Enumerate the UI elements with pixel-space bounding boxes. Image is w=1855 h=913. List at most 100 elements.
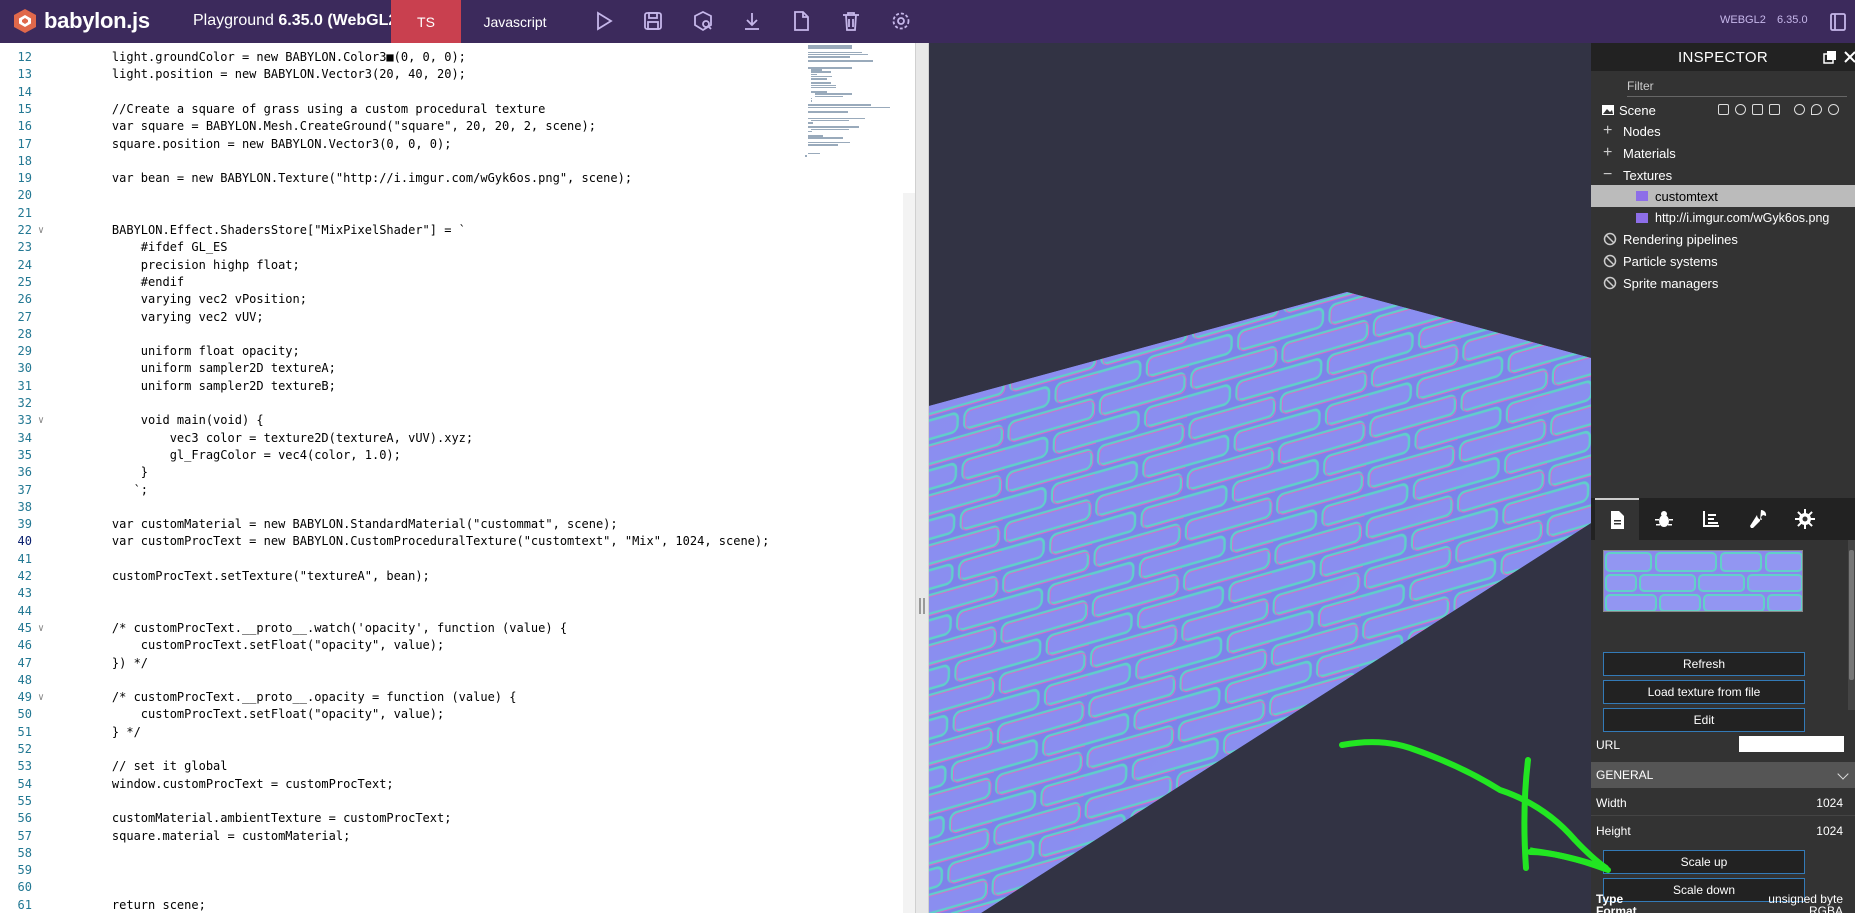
code-line[interactable]: 39 var customMaterial = new BABYLON.Stan… bbox=[0, 516, 915, 533]
code-line[interactable]: 20 bbox=[0, 187, 915, 204]
scale-up-button[interactable]: Scale up bbox=[1603, 850, 1805, 874]
clear-icon[interactable] bbox=[840, 10, 862, 32]
rotate-gizmo-icon[interactable] bbox=[1735, 104, 1746, 115]
tree-sprite-managers[interactable]: Sprite managers bbox=[1591, 272, 1855, 294]
code-line[interactable]: 23 #ifdef GL_ES bbox=[0, 239, 915, 256]
tree-texture-url[interactable]: http://i.imgur.com/wGyk6os.png bbox=[1591, 207, 1855, 229]
code-line[interactable]: 16 var square = BABYLON.Mesh.CreateGroun… bbox=[0, 118, 915, 135]
settings-tab[interactable] bbox=[1783, 498, 1827, 540]
tools-tab[interactable] bbox=[1736, 498, 1780, 540]
code-line[interactable]: 22 ∨ BABYLON.Effect.ShadersStore["MixPixe… bbox=[0, 222, 915, 239]
code-line[interactable]: 61 return scene; bbox=[0, 897, 915, 913]
code-line[interactable]: 13 light.position = new BABYLON.Vector3(… bbox=[0, 66, 915, 83]
babylon-logo[interactable]: babylon.js bbox=[12, 8, 150, 34]
tree-textures[interactable]: − Textures bbox=[1591, 164, 1855, 186]
code-line[interactable]: 47 }) */ bbox=[0, 655, 915, 672]
debug-tab[interactable] bbox=[1642, 498, 1686, 540]
code-line[interactable]: 30 uniform sampler2D textureA; bbox=[0, 360, 915, 377]
location-icon[interactable] bbox=[1811, 104, 1822, 115]
code-line[interactable]: 52 bbox=[0, 741, 915, 758]
code-editor[interactable]: 12 light.groundColor = new BABYLON.Color… bbox=[0, 43, 915, 913]
editor-splitter[interactable] bbox=[915, 43, 929, 913]
code-line[interactable]: 15 //Create a square of grass using a cu… bbox=[0, 101, 915, 118]
code-line[interactable]: 35 gl_FragColor = vec4(color, 1.0); bbox=[0, 447, 915, 464]
save-icon[interactable] bbox=[642, 10, 664, 32]
javascript-button[interactable]: Javascript bbox=[483, 0, 546, 43]
code-line[interactable]: 41 bbox=[0, 551, 915, 568]
code-line[interactable]: 59 bbox=[0, 862, 915, 879]
code-line[interactable]: 32 bbox=[0, 395, 915, 412]
expand-icon[interactable]: + bbox=[1603, 122, 1612, 140]
new-file-icon[interactable] bbox=[790, 10, 812, 32]
render-canvas[interactable] bbox=[929, 43, 1591, 913]
tree-particle-systems[interactable]: Particle systems bbox=[1591, 250, 1855, 272]
fold-chevron-icon[interactable]: ∨ bbox=[38, 689, 48, 706]
code-line[interactable]: 24 precision highp float; bbox=[0, 257, 915, 274]
code-line[interactable]: 34 vec3 color = texture2D(textureA, vUV)… bbox=[0, 430, 915, 447]
pick-icon[interactable] bbox=[1794, 104, 1805, 115]
properties-tab[interactable] bbox=[1595, 498, 1639, 540]
editor-scrollbar[interactable] bbox=[903, 193, 915, 913]
code-line[interactable]: 56 customMaterial.ambientTexture = custo… bbox=[0, 810, 915, 827]
code-line[interactable]: 57 square.material = customMaterial; bbox=[0, 828, 915, 845]
code-line[interactable]: 37 `; bbox=[0, 482, 915, 499]
refresh-button[interactable]: Refresh bbox=[1603, 652, 1805, 676]
tree-nodes[interactable]: + Nodes bbox=[1591, 120, 1855, 142]
splitter-grip[interactable] bbox=[919, 598, 925, 614]
code-line[interactable]: 49 ∨ /* customProcText.__proto__.opacity … bbox=[0, 689, 915, 706]
tree-rendering-pipelines[interactable]: Rendering pipelines bbox=[1591, 228, 1855, 250]
code-line[interactable]: 29 uniform float opacity; bbox=[0, 343, 915, 360]
code-line[interactable]: 17 square.position = new BABYLON.Vector3… bbox=[0, 136, 915, 153]
filter-input[interactable]: Filter bbox=[1627, 79, 1847, 97]
settings-icon[interactable] bbox=[890, 10, 912, 32]
code-line[interactable]: 19 var bean = new BABYLON.Texture("http:… bbox=[0, 170, 915, 187]
code-line[interactable]: 46 customProcText.setFloat("opacity", va… bbox=[0, 637, 915, 654]
code-line[interactable]: 21 bbox=[0, 205, 915, 222]
code-line[interactable]: 44 bbox=[0, 603, 915, 620]
code-line[interactable]: 60 bbox=[0, 879, 915, 896]
load-texture-button[interactable]: Load texture from file bbox=[1603, 680, 1805, 704]
inspector-icon[interactable] bbox=[692, 10, 714, 32]
statistics-tab[interactable] bbox=[1689, 498, 1733, 540]
code-line[interactable]: 18 bbox=[0, 153, 915, 170]
code-line[interactable]: 53 // set it global bbox=[0, 758, 915, 775]
close-icon[interactable] bbox=[1843, 50, 1855, 64]
code-line[interactable]: 45 ∨ /* customProcText.__proto__.watch('o… bbox=[0, 620, 915, 637]
code-line[interactable]: 36 } bbox=[0, 464, 915, 481]
code-line[interactable]: 58 bbox=[0, 845, 915, 862]
typescript-button[interactable]: TS bbox=[391, 0, 461, 43]
general-section-header[interactable]: GENERAL bbox=[1591, 762, 1855, 788]
edit-button[interactable]: Edit bbox=[1603, 708, 1805, 732]
code-line[interactable]: 25 #endif bbox=[0, 274, 915, 291]
code-line[interactable]: 31 uniform sampler2D textureB; bbox=[0, 378, 915, 395]
minimap[interactable] bbox=[805, 43, 915, 173]
fold-chevron-icon[interactable]: ∨ bbox=[38, 222, 48, 239]
fold-chevron-icon[interactable]: ∨ bbox=[38, 620, 48, 637]
collapse-icon[interactable]: − bbox=[1603, 166, 1612, 184]
run-icon[interactable] bbox=[593, 10, 615, 32]
expand-icon[interactable]: + bbox=[1603, 144, 1612, 162]
scale-gizmo-icon[interactable] bbox=[1752, 104, 1763, 115]
code-line[interactable]: 38 bbox=[0, 499, 915, 516]
fold-chevron-icon[interactable]: ∨ bbox=[38, 412, 48, 429]
popup-icon[interactable] bbox=[1823, 50, 1837, 64]
tree-materials[interactable]: + Materials bbox=[1591, 142, 1855, 164]
code-line[interactable]: 33 ∨ void main(void) { bbox=[0, 412, 915, 429]
code-line[interactable]: 12 light.groundColor = new BABYLON.Color… bbox=[0, 49, 915, 66]
scene-tools[interactable] bbox=[1712, 103, 1839, 118]
docs-icon[interactable] bbox=[1827, 11, 1849, 33]
code-line[interactable]: 14 bbox=[0, 84, 915, 101]
tree-texture-customtext[interactable]: customtext bbox=[1591, 185, 1855, 207]
url-input[interactable] bbox=[1739, 736, 1844, 752]
code-line[interactable]: 26 varying vec2 vPosition; bbox=[0, 291, 915, 308]
tree-scene[interactable]: Scene bbox=[1591, 99, 1855, 121]
code-line[interactable]: 48 bbox=[0, 672, 915, 689]
bounding-box-gizmo-icon[interactable] bbox=[1769, 104, 1780, 115]
refresh-icon[interactable] bbox=[1828, 104, 1839, 115]
code-line[interactable]: 40 var customProcText = new BABYLON.Cust… bbox=[0, 533, 915, 550]
code-line[interactable]: 27 varying vec2 vUV; bbox=[0, 309, 915, 326]
code-line[interactable]: 28 bbox=[0, 326, 915, 343]
code-line[interactable]: 55 bbox=[0, 793, 915, 810]
code-line[interactable]: 42 customProcText.setTexture("textureA",… bbox=[0, 568, 915, 585]
code-line[interactable]: 50 customProcText.setFloat("opacity", va… bbox=[0, 706, 915, 723]
